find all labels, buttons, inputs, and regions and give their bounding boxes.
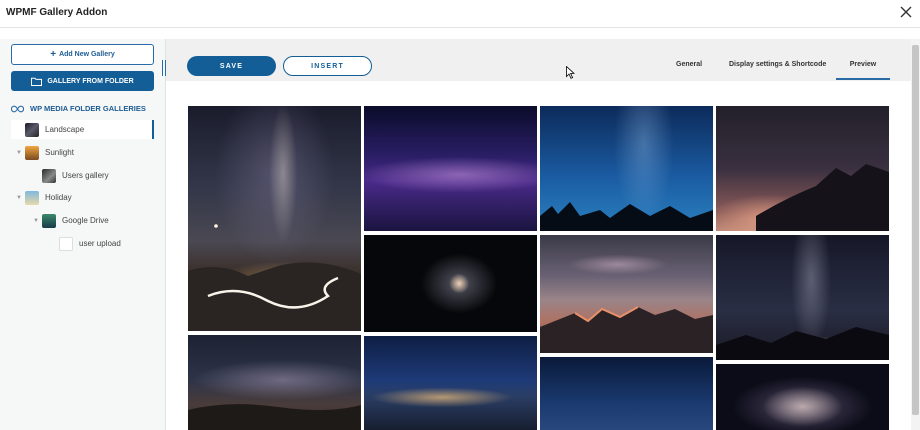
tree-item-label: Google Drive	[62, 216, 109, 225]
tree-item-sunlight[interactable]: ▼ Sunlight	[11, 143, 154, 162]
title-bar: WPMF Gallery Addon	[0, 0, 920, 28]
tree-item-label: Landscape	[45, 125, 85, 134]
tree-item-holiday[interactable]: ▼ Holiday	[11, 188, 154, 207]
tree-item-label: Users gallery	[62, 171, 109, 180]
preview-scrollbar[interactable]	[911, 39, 920, 430]
gallery-photo[interactable]	[364, 336, 537, 430]
folder-icon	[31, 77, 43, 86]
sidebar: + Add New Gallery GALLERY FROM FOLDER WP…	[0, 39, 166, 430]
tree-item-user-upload[interactable]: user upload	[45, 234, 154, 253]
tree-item-label: Sunlight	[45, 148, 74, 157]
toolbar: SAVE INSERT General Display settings & S…	[166, 39, 911, 81]
gallery-photo[interactable]	[188, 106, 361, 331]
add-new-gallery-label: Add New Gallery	[59, 51, 115, 58]
gallery-photo[interactable]	[716, 235, 889, 360]
gallery-thumbnail	[59, 236, 73, 251]
gallery-photo[interactable]	[188, 335, 361, 430]
plus-icon: +	[50, 48, 57, 60]
add-new-gallery-button[interactable]: + Add New Gallery	[11, 44, 154, 65]
scrollbar-thumb[interactable]	[912, 45, 919, 415]
tab-display-settings[interactable]: Display settings & Shortcode	[729, 61, 826, 68]
tree-item-label: user upload	[79, 239, 121, 248]
tree-item-google-drive[interactable]: ▼ Google Drive	[28, 211, 154, 230]
tab-general[interactable]: General	[676, 61, 702, 68]
infinity-icon	[11, 105, 24, 112]
window-title: WPMF Gallery Addon	[6, 7, 108, 18]
tree-item-landscape[interactable]: Landscape	[11, 120, 154, 139]
gallery-photo[interactable]	[716, 106, 889, 231]
gallery-photo[interactable]	[364, 235, 537, 332]
gallery-photo[interactable]	[540, 235, 713, 353]
expand-arrow-icon[interactable]: ▼	[16, 195, 22, 201]
galleries-section-title: WP MEDIA FOLDER GALLERIES	[30, 104, 146, 113]
tree-item-users-gallery[interactable]: Users gallery	[28, 166, 154, 185]
close-icon[interactable]	[898, 4, 914, 20]
save-button[interactable]: SAVE	[187, 56, 276, 76]
gallery-thumbnail	[25, 145, 39, 160]
gallery-thumbnail	[25, 122, 39, 137]
gallery-from-folder-button[interactable]: GALLERY FROM FOLDER	[11, 71, 154, 91]
gallery-thumbnail	[25, 190, 39, 205]
insert-button[interactable]: INSERT	[283, 56, 372, 76]
expand-arrow-icon[interactable]: ▼	[33, 218, 39, 224]
tree-item-label: Holiday	[45, 193, 72, 202]
gallery-thumbnail	[42, 168, 56, 183]
expand-arrow-icon[interactable]: ▼	[16, 150, 22, 156]
gallery-from-folder-label: GALLERY FROM FOLDER	[47, 77, 134, 85]
gallery-photo[interactable]	[364, 106, 537, 231]
gallery-photo[interactable]	[540, 106, 713, 231]
gallery-photo[interactable]	[716, 364, 889, 430]
tab-preview[interactable]: Preview	[836, 61, 890, 80]
gallery-photo[interactable]	[540, 357, 713, 430]
gallery-thumbnail	[42, 213, 56, 228]
gallery-preview	[166, 81, 911, 430]
galleries-section-header: WP MEDIA FOLDER GALLERIES	[11, 104, 146, 113]
mouse-cursor-icon	[566, 66, 575, 79]
